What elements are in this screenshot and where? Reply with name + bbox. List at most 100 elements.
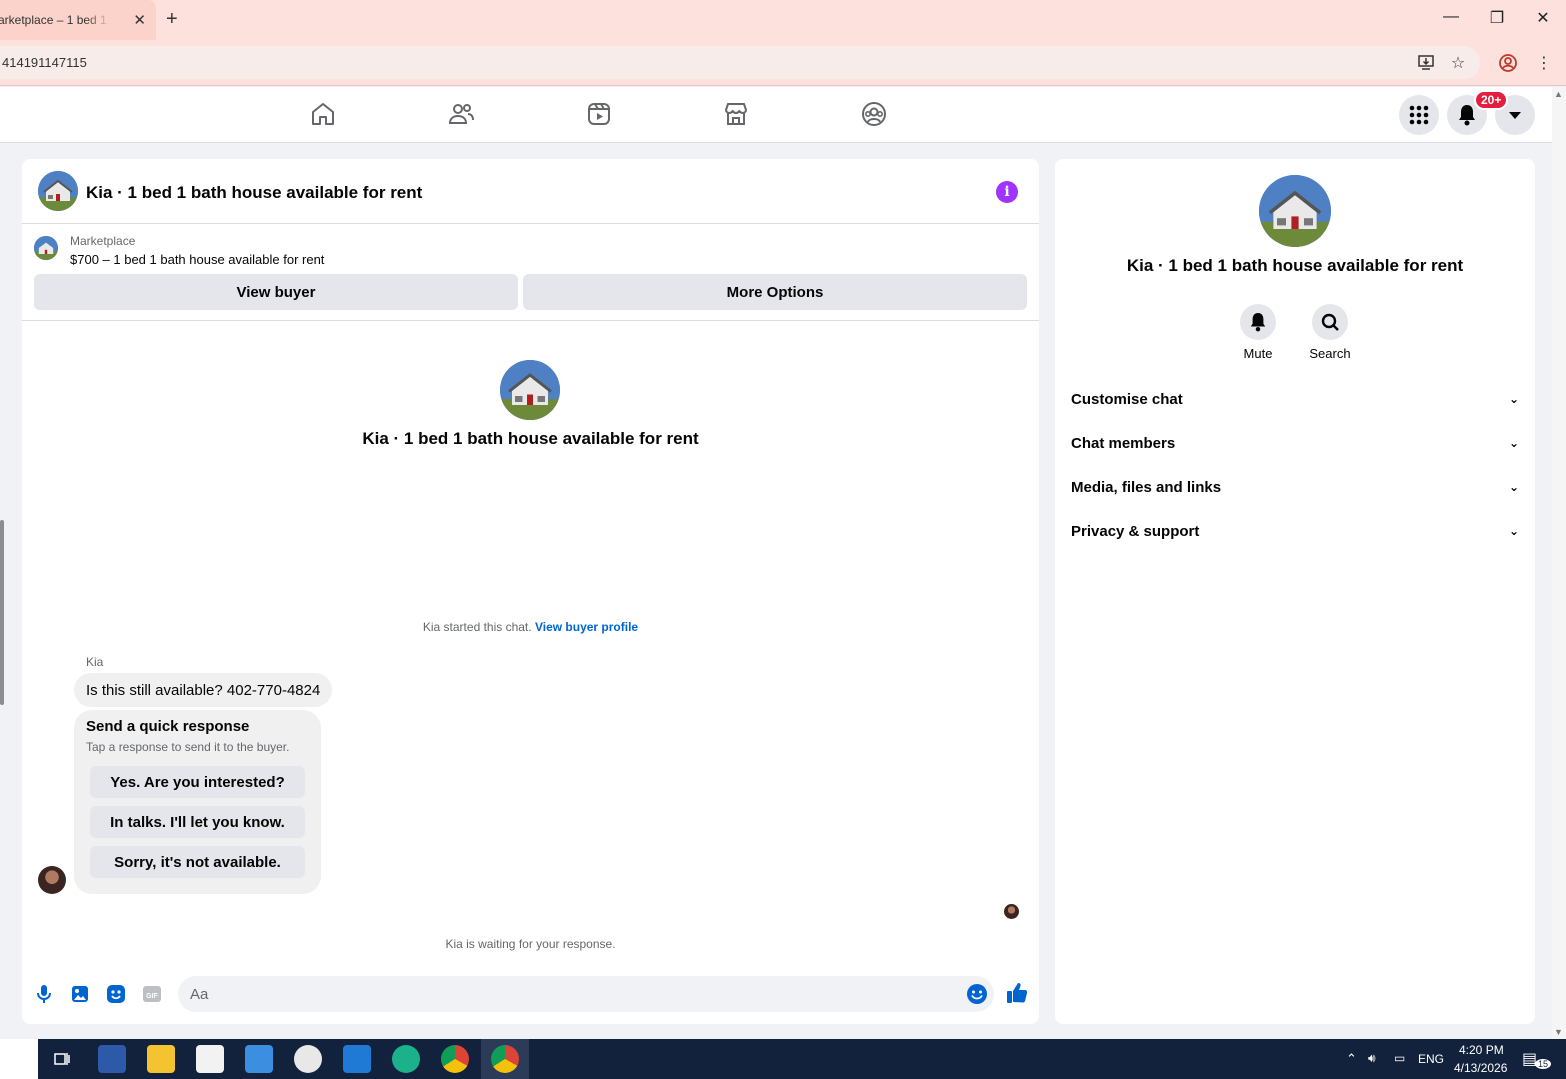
conversation-avatar bbox=[500, 360, 560, 420]
chat-started-text: Kia started this chat. bbox=[422, 620, 532, 634]
store-icon[interactable] bbox=[196, 1045, 224, 1073]
address-bar-row: 414191147115 ☆ ⋮ bbox=[0, 40, 1566, 86]
waiting-notice: Kia is waiting for your response. bbox=[445, 937, 616, 951]
view-buyer-button[interactable]: View buyer bbox=[34, 274, 518, 310]
volume-icon[interactable]: 🔊︎ bbox=[1368, 1051, 1376, 1066]
photo-icon[interactable] bbox=[69, 983, 91, 1005]
info-icon[interactable]: i bbox=[996, 181, 1018, 203]
url-text: 414191147115 bbox=[2, 55, 87, 70]
left-scroll-thumb[interactable] bbox=[0, 520, 4, 705]
quick-response-card: Send a quick response Tap a response to … bbox=[74, 710, 321, 894]
restore-icon[interactable]: ❐ bbox=[1482, 8, 1512, 28]
language-indicator[interactable]: ENG bbox=[1418, 1052, 1444, 1066]
view-buyer-profile-link[interactable]: View buyer profile bbox=[535, 620, 638, 634]
conversation-name: Kia · 1 bed 1 bath house available for r… bbox=[362, 429, 699, 448]
listing-price-title[interactable]: $700 – 1 bed 1 bath house available for … bbox=[70, 252, 324, 267]
microphone-icon[interactable] bbox=[33, 983, 55, 1005]
chat-header: Kia · 1 bed 1 bath house available for r… bbox=[22, 159, 1039, 224]
friends-icon[interactable] bbox=[446, 99, 476, 129]
customise-chat-section[interactable]: Customise chat ⌄ bbox=[1071, 391, 1519, 415]
photos-app-icon[interactable] bbox=[245, 1045, 273, 1073]
message-input[interactable]: Aa bbox=[178, 976, 994, 1012]
mail-icon[interactable] bbox=[343, 1045, 371, 1073]
chevron-down-icon: ⌄ bbox=[1508, 524, 1519, 538]
emoji-icon[interactable] bbox=[966, 983, 988, 1005]
listing-thumbnail[interactable] bbox=[34, 236, 58, 260]
sender-avatar[interactable] bbox=[38, 866, 66, 894]
windows-taskbar: ⌃ 🔊︎ ▭ ENG 4:20 PM 4/13/2026 ▤ 15 bbox=[0, 1039, 1566, 1079]
section-label: Customise chat bbox=[1071, 391, 1183, 408]
chat-members-section[interactable]: Chat members ⌄ bbox=[1071, 435, 1519, 459]
search-button[interactable]: Search bbox=[1300, 304, 1360, 361]
more-options-button[interactable]: More Options bbox=[523, 274, 1027, 310]
info-panel-avatar[interactable] bbox=[1259, 175, 1331, 247]
clock-time[interactable]: 4:20 PM bbox=[1459, 1043, 1504, 1057]
chrome-active-icon[interactable] bbox=[491, 1045, 519, 1073]
facebook-top-nav bbox=[0, 87, 1552, 143]
clock-date[interactable]: 4/13/2026 bbox=[1454, 1061, 1507, 1075]
bookmark-star-icon[interactable]: ☆ bbox=[1448, 53, 1468, 73]
sticker-icon[interactable] bbox=[105, 983, 127, 1005]
file-explorer-icon[interactable] bbox=[147, 1045, 175, 1073]
marketplace-label: Marketplace bbox=[70, 234, 136, 248]
like-thumb-icon[interactable] bbox=[1005, 981, 1028, 1003]
sender-name: Kia bbox=[86, 655, 104, 669]
close-tab-icon[interactable]: ✕ bbox=[133, 11, 146, 29]
quick-response-title: Send a quick response bbox=[86, 718, 250, 735]
chat-title[interactable]: Kia · 1 bed 1 bath house available for r… bbox=[86, 183, 422, 203]
chat-started-notice: Kia started this chat. View buyer profil… bbox=[22, 620, 1039, 634]
browser-menu-icon[interactable]: ⋮ bbox=[1534, 53, 1554, 73]
incoming-message-bubble[interactable]: Is this still available? 402-770-4824 bbox=[74, 673, 333, 707]
paint-app-icon[interactable] bbox=[294, 1045, 322, 1073]
chevron-down-icon: ⌄ bbox=[1508, 436, 1519, 450]
quick-response-subtitle: Tap a response to send it to the buyer. bbox=[86, 740, 290, 754]
quick-response-option[interactable]: In talks. I'll let you know. bbox=[90, 806, 305, 838]
edge-browser-icon[interactable] bbox=[392, 1045, 420, 1073]
chat-panel: Kia · 1 bed 1 bath house available for r… bbox=[22, 159, 1039, 1024]
minimize-icon[interactable]: — bbox=[1436, 8, 1466, 26]
search-icon bbox=[1312, 304, 1348, 340]
scroll-up-icon[interactable]: ▲ bbox=[1554, 89, 1563, 99]
show-hidden-icons-icon[interactable]: ⌃ bbox=[1346, 1051, 1357, 1067]
new-tab-icon[interactable]: + bbox=[166, 8, 178, 31]
marketplace-icon[interactable] bbox=[721, 99, 751, 129]
network-icon[interactable]: ▭ bbox=[1394, 1051, 1405, 1065]
notification-count-badge: 20+ bbox=[1474, 90, 1509, 110]
seen-indicator-avatar bbox=[1004, 904, 1019, 919]
search-label: Search bbox=[1309, 346, 1351, 361]
install-app-icon[interactable] bbox=[1416, 53, 1436, 73]
quick-response-option[interactable]: Yes. Are you interested? bbox=[90, 766, 305, 798]
chat-info-panel: Kia · 1 bed 1 bath house available for r… bbox=[1055, 159, 1535, 1024]
browser-tab-strip: Marketplace – 1 bed 1 ba ✕ + — ❐ ✕ bbox=[0, 0, 1566, 40]
mute-label: Mute bbox=[1243, 346, 1273, 361]
tab-title: Marketplace – 1 bed 1 ba bbox=[0, 13, 110, 27]
groups-icon[interactable] bbox=[859, 99, 889, 129]
close-window-icon[interactable]: ✕ bbox=[1528, 8, 1558, 28]
url-bar[interactable]: 414191147115 ☆ bbox=[0, 46, 1480, 79]
privacy-support-section[interactable]: Privacy & support ⌄ bbox=[1071, 523, 1519, 547]
menu-grid-icon[interactable] bbox=[1399, 95, 1439, 135]
svg-text:GIF: GIF bbox=[146, 993, 158, 1000]
start-area[interactable] bbox=[0, 1039, 38, 1079]
media-files-links-section[interactable]: Media, files and links ⌄ bbox=[1071, 479, 1519, 503]
chrome-icon[interactable] bbox=[441, 1045, 469, 1073]
chat-avatar[interactable] bbox=[38, 171, 78, 211]
chevron-down-icon: ⌄ bbox=[1508, 480, 1519, 494]
page-scrollbar[interactable]: ▲ ▼ bbox=[1552, 87, 1566, 1039]
section-label: Media, files and links bbox=[1071, 479, 1222, 496]
computer-app-icon[interactable] bbox=[98, 1045, 126, 1073]
section-label: Privacy & support bbox=[1071, 523, 1200, 540]
info-panel-name: Kia · 1 bed 1 bath house available for r… bbox=[1126, 256, 1464, 275]
profile-icon[interactable] bbox=[1498, 53, 1518, 73]
section-label: Chat members bbox=[1071, 435, 1176, 452]
mute-button[interactable]: Mute bbox=[1228, 304, 1288, 361]
quick-response-option[interactable]: Sorry, it's not available. bbox=[90, 846, 305, 878]
gif-icon[interactable]: GIF bbox=[141, 983, 163, 1005]
home-icon[interactable] bbox=[308, 99, 338, 129]
task-view-icon[interactable] bbox=[48, 1045, 76, 1073]
video-icon[interactable] bbox=[584, 99, 614, 129]
scroll-down-icon[interactable]: ▼ bbox=[1554, 1027, 1563, 1037]
browser-tab[interactable]: Marketplace – 1 bed 1 ba ✕ bbox=[0, 0, 156, 40]
notification-count: 15 bbox=[1535, 1059, 1552, 1069]
chevron-down-icon: ⌄ bbox=[1508, 392, 1519, 406]
